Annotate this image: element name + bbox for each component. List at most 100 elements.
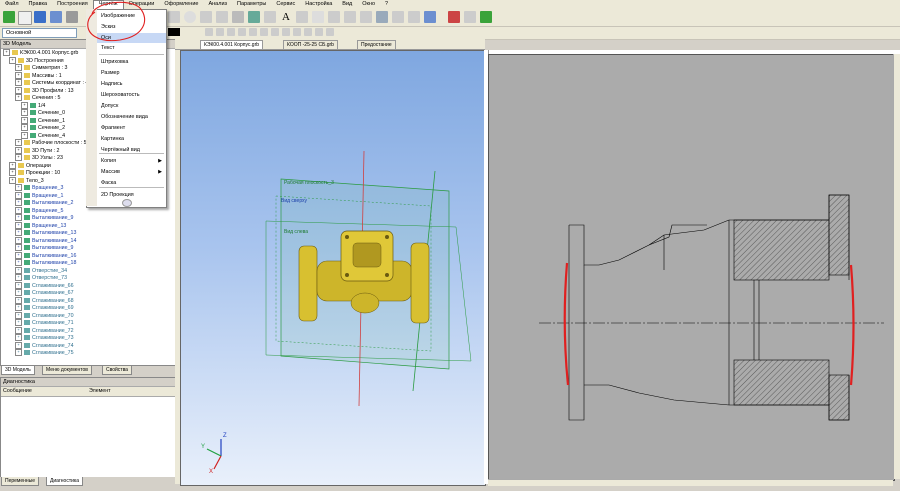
circle-tool-icon[interactable] [184,11,196,23]
menu-item-10[interactable]: Вид [337,0,357,9]
tree-item[interactable]: + Сглаживание_71 [1,319,176,327]
angle-tool-icon[interactable] [248,11,260,23]
expand-toggle-icon[interactable]: + [15,334,22,341]
drawing-menu-item[interactable]: Текст [87,43,166,53]
tree-item[interactable]: + Сглаживание_67 [1,289,176,297]
layer-combo[interactable]: Основной [2,28,77,38]
drawing-menu-item[interactable]: Копия ▶ [87,156,166,166]
save-icon[interactable] [50,11,62,23]
color-swatch[interactable] [168,28,180,36]
print-icon[interactable] [66,11,78,23]
tree-item[interactable]: + Сглаживание_74 [1,341,176,350]
drawing-menu-item[interactable]: Допуск [87,101,166,111]
expand-toggle-icon[interactable]: + [15,154,22,161]
snap-normal-icon[interactable] [271,28,279,36]
expand-toggle-icon[interactable]: + [9,56,16,64]
snap-end-icon[interactable] [249,28,257,36]
tree-item[interactable]: + Сглаживание_73 [1,334,176,342]
expand-toggle-icon[interactable]: + [15,274,22,281]
tree-item[interactable]: + Отверстие_34 [1,266,176,275]
tree-item[interactable]: + Выталкивание_13 [1,229,176,237]
menu-item-0[interactable]: Файл [0,0,24,9]
tree-item[interactable]: + Сглаживание_68 [1,296,176,305]
menu-item-9[interactable]: Настройка [300,0,337,9]
fragment-tool-icon[interactable] [376,11,388,23]
expand-toggle-icon[interactable]: + [15,86,22,94]
expand-toggle-icon[interactable]: + [15,199,22,206]
dimension-tool-icon[interactable] [232,11,244,23]
table-tool-icon[interactable] [360,11,372,23]
snap-vertical-icon[interactable] [315,28,323,36]
tree-item[interactable]: + Выталкивание_16 [1,251,176,260]
menu-item-3[interactable]: Чертёж [92,0,124,9]
expand-toggle-icon[interactable]: + [15,259,22,266]
tab-properties[interactable]: Свойства [102,366,132,375]
tree-item[interactable]: + Сглаживание_66 [1,281,176,290]
3d-viewport[interactable]: Рабочая плоскость_3 Вид сверху Вид слева… [180,50,486,486]
tab-3d-model[interactable]: 3D Модель [1,366,35,375]
tree-item[interactable]: + Сглаживание_70 [1,311,176,320]
expand-toggle-icon[interactable]: + [15,304,22,311]
expand-toggle-icon[interactable]: + [21,109,28,116]
expand-toggle-icon[interactable]: + [9,176,16,184]
drawing-menu-item[interactable]: Оси [87,33,166,43]
horizontal-scrollbar[interactable] [488,479,893,486]
expand-toggle-icon[interactable]: + [15,244,22,251]
expand-toggle-icon[interactable]: + [15,236,22,244]
expand-toggle-icon[interactable]: + [15,184,22,191]
drawing-menu-item[interactable]: Надпись [87,79,166,89]
cube-icon[interactable] [34,11,46,23]
expand-toggle-icon[interactable]: + [9,161,16,169]
tree-item[interactable]: + Выталкивание_9 [1,214,176,222]
pdf-icon[interactable] [448,11,460,23]
new-document-icon[interactable] [18,11,32,25]
apply-icon[interactable] [480,11,492,23]
expand-toggle-icon[interactable]: + [15,296,22,304]
expand-toggle-icon[interactable]: + [15,229,22,236]
expand-toggle-icon[interactable]: + [15,206,22,214]
doc-tab-preview[interactable]: Предостание [357,40,396,49]
align2-tool-icon[interactable] [408,11,420,23]
drawing-menu-item[interactable]: Штриховка [87,57,166,67]
roughness-tool-icon[interactable] [312,11,324,23]
menu-item-11[interactable]: Окно [357,0,380,9]
node-tool-icon[interactable] [216,11,228,23]
menu-item-5[interactable]: Оформление [159,0,203,9]
tree-item[interactable]: + Выталкивание_14 [1,236,176,245]
tree-item[interactable]: + Выталкивание_18 [1,259,176,267]
menu-expand-icon[interactable] [122,199,132,207]
tree-item[interactable]: + Сглаживание_72 [1,326,176,335]
drawing-menu-item[interactable]: Фрагмент [87,123,166,133]
arc-tool-icon[interactable] [200,11,212,23]
expand-toggle-icon[interactable]: + [15,266,22,274]
expand-toggle-icon[interactable]: + [21,131,28,139]
tree-item[interactable]: + Сглаживание_69 [1,304,176,312]
line-tool-icon[interactable] [168,11,180,23]
vertical-scrollbar[interactable] [893,54,900,479]
expand-toggle-icon[interactable]: + [15,326,22,334]
align-tool-icon[interactable] [392,11,404,23]
2d-drawing-view[interactable] [488,54,895,481]
snap-tangent-icon[interactable] [260,28,268,36]
menu-item-2[interactable]: Построения [52,0,93,9]
expand-toggle-icon[interactable]: + [15,71,22,79]
snap-angle-icon[interactable] [326,28,334,36]
tree-item[interactable]: + Выталкивание_9 [1,244,176,252]
doc-tab-korpus[interactable]: КЭК00.4.001 Корпус.grb [200,40,264,49]
expand-toggle-icon[interactable]: + [9,169,16,176]
check-icon[interactable] [3,11,15,23]
drawing-menu-item[interactable]: Массив ▶ [87,167,166,177]
tolerance-tool-icon[interactable] [328,11,340,23]
expand-toggle-icon[interactable]: + [15,251,22,259]
expand-toggle-icon[interactable]: + [15,146,22,154]
snap-quadrant-icon[interactable] [293,28,301,36]
snap-node-icon[interactable] [216,28,224,36]
menu-item-12[interactable]: ? [380,0,393,9]
menu-item-4[interactable]: Операции [124,0,160,9]
menu-item-6[interactable]: Анализ [203,0,232,9]
col-element[interactable]: Элемент [89,388,111,394]
text-tool-icon[interactable]: A [280,11,292,23]
expand-toggle-icon[interactable]: + [15,94,22,101]
drawing-menu-item[interactable]: Эскиз [87,22,166,32]
drawing-menu-item[interactable]: Изображение [87,11,166,21]
